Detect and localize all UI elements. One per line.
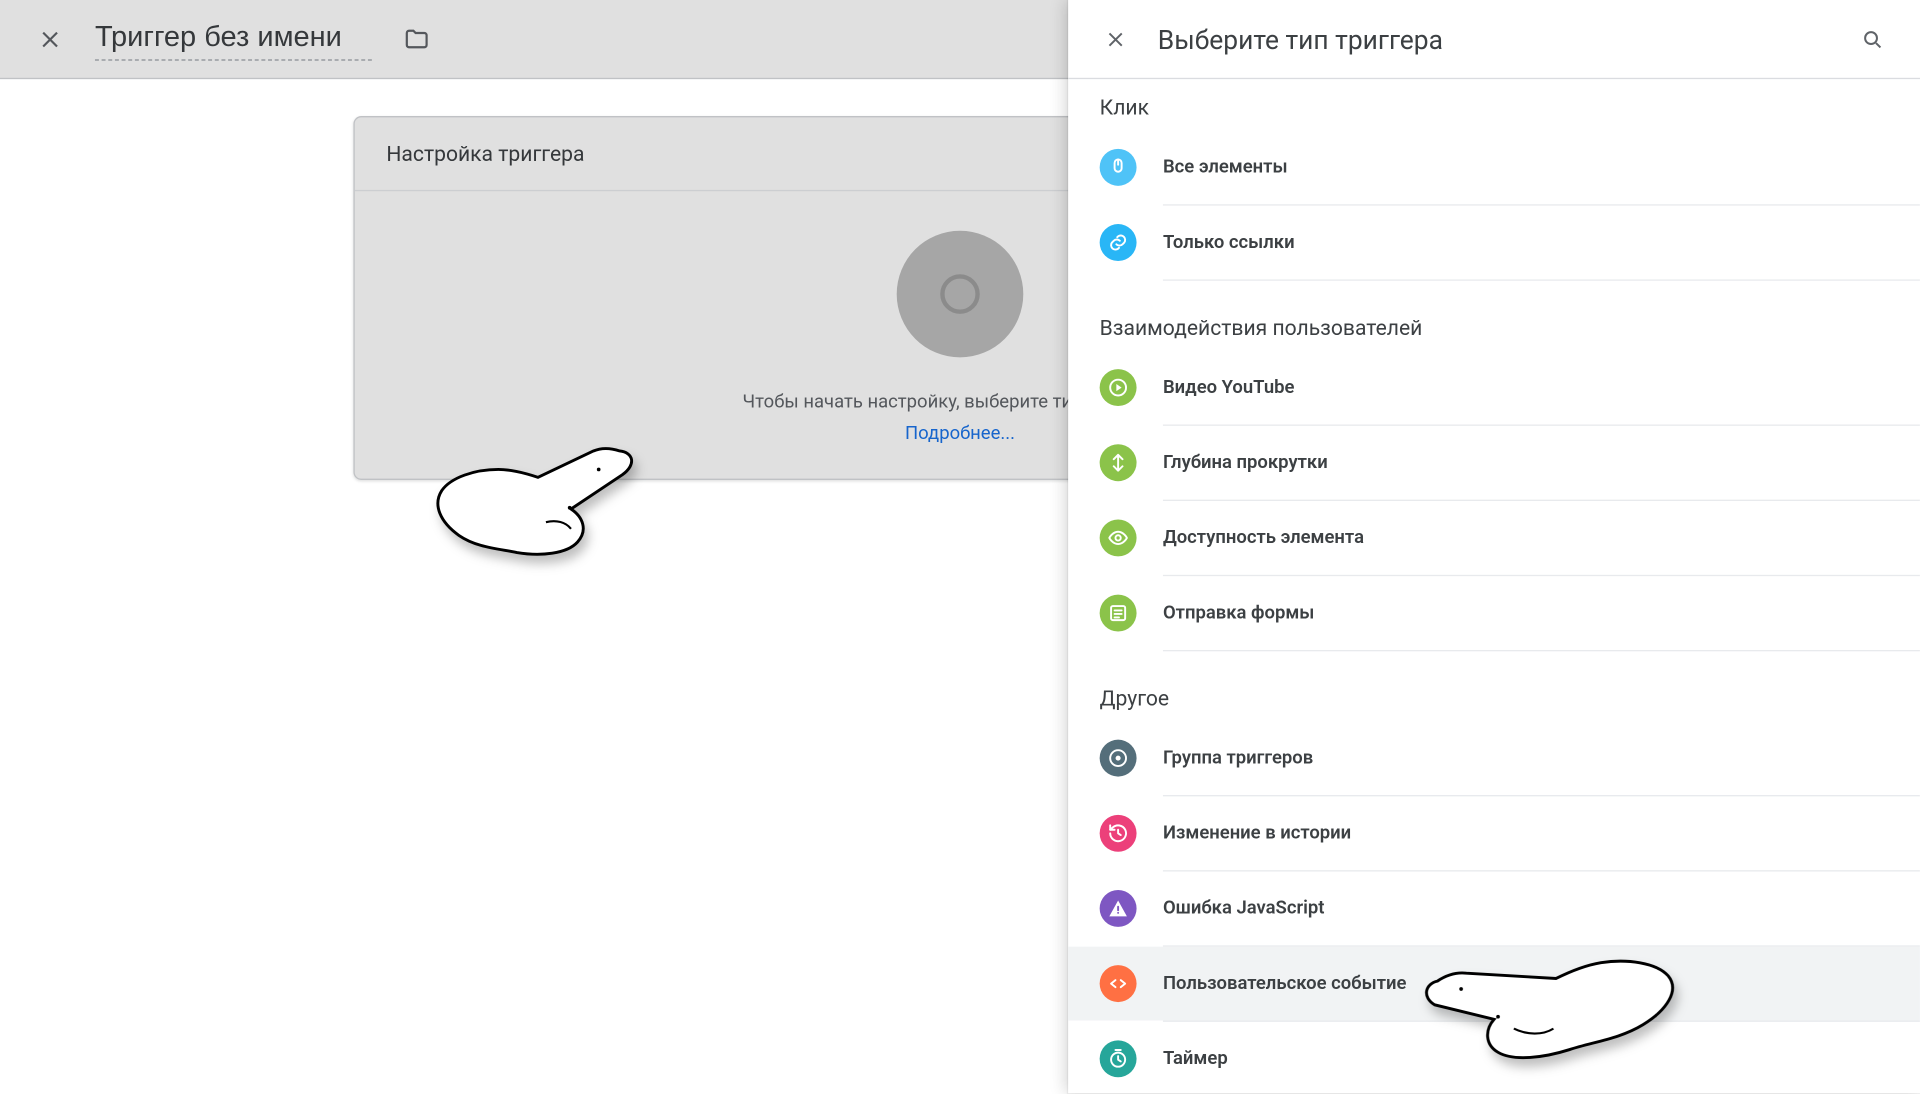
timer-icon: [1100, 1040, 1137, 1077]
trigger-type-label: Глубина прокрутки: [1163, 452, 1888, 473]
trigger-type-history-change[interactable]: Изменение в истории: [1068, 796, 1920, 870]
section-label: Другое: [1068, 670, 1920, 721]
trigger-placeholder-icon: [897, 231, 1024, 358]
trigger-type-links-only[interactable]: Только ссылки: [1068, 206, 1920, 280]
close-icon[interactable]: [32, 20, 69, 57]
trigger-type-form-submit[interactable]: Отправка формы: [1068, 576, 1920, 650]
play-icon: [1100, 369, 1137, 406]
trigger-type-scroll-depth[interactable]: Глубина прокрутки: [1068, 426, 1920, 500]
form-icon: [1100, 595, 1137, 632]
history-icon: [1100, 815, 1137, 852]
trigger-type-panel: Выберите тип триггера Клик Все элементы То…: [1068, 0, 1920, 1093]
group-icon: [1100, 740, 1137, 777]
trigger-type-label: Изменение в истории: [1163, 823, 1888, 844]
section-label: Взаимодействия пользователей: [1068, 299, 1920, 350]
link-icon: [1100, 224, 1137, 261]
trigger-type-js-error[interactable]: Ошибка JavaScript: [1068, 872, 1920, 946]
trigger-type-label: Группа триггеров: [1163, 748, 1888, 769]
trigger-type-label: Видео YouTube: [1163, 377, 1888, 398]
trigger-type-label: Пользовательское событие: [1163, 973, 1888, 994]
mouse-icon: [1100, 149, 1137, 186]
trigger-type-youtube-video[interactable]: Видео YouTube: [1068, 351, 1920, 425]
trigger-name-input[interactable]: [95, 17, 372, 61]
trigger-type-trigger-group[interactable]: Группа триггеров: [1068, 721, 1920, 795]
scroll-icon: [1100, 444, 1137, 481]
alert-icon: [1100, 890, 1137, 927]
folder-icon[interactable]: [398, 20, 435, 57]
trigger-type-custom-event[interactable]: Пользовательское событие: [1068, 947, 1920, 1021]
trigger-type-label: Таймер: [1163, 1048, 1888, 1069]
trigger-type-label: Доступность элемента: [1163, 527, 1888, 548]
trigger-type-timer[interactable]: Таймер: [1068, 1022, 1920, 1093]
trigger-type-label: Все элементы: [1163, 157, 1888, 178]
panel-title: Выберите тип триггера: [1158, 23, 1831, 55]
trigger-type-element-visibility[interactable]: Доступность элемента: [1068, 501, 1920, 575]
search-icon[interactable]: [1854, 20, 1891, 57]
trigger-type-label: Отправка формы: [1163, 603, 1888, 624]
hand-cursor-illustration-left: [422, 433, 653, 610]
trigger-type-label: Только ссылки: [1163, 232, 1888, 253]
section-label: Клик: [1068, 79, 1920, 130]
learn-more-link[interactable]: Подробнее...: [905, 423, 1015, 444]
panel-header: Выберите тип триггера: [1068, 0, 1920, 79]
panel-close-icon[interactable]: [1097, 20, 1134, 57]
code-icon: [1100, 965, 1137, 1002]
trigger-type-label: Ошибка JavaScript: [1163, 898, 1888, 919]
trigger-type-all-elements[interactable]: Все элементы: [1068, 131, 1920, 205]
panel-scroll[interactable]: Клик Все элементы Только ссылки Взаимодейст…: [1068, 79, 1920, 1093]
eye-icon: [1100, 520, 1137, 557]
